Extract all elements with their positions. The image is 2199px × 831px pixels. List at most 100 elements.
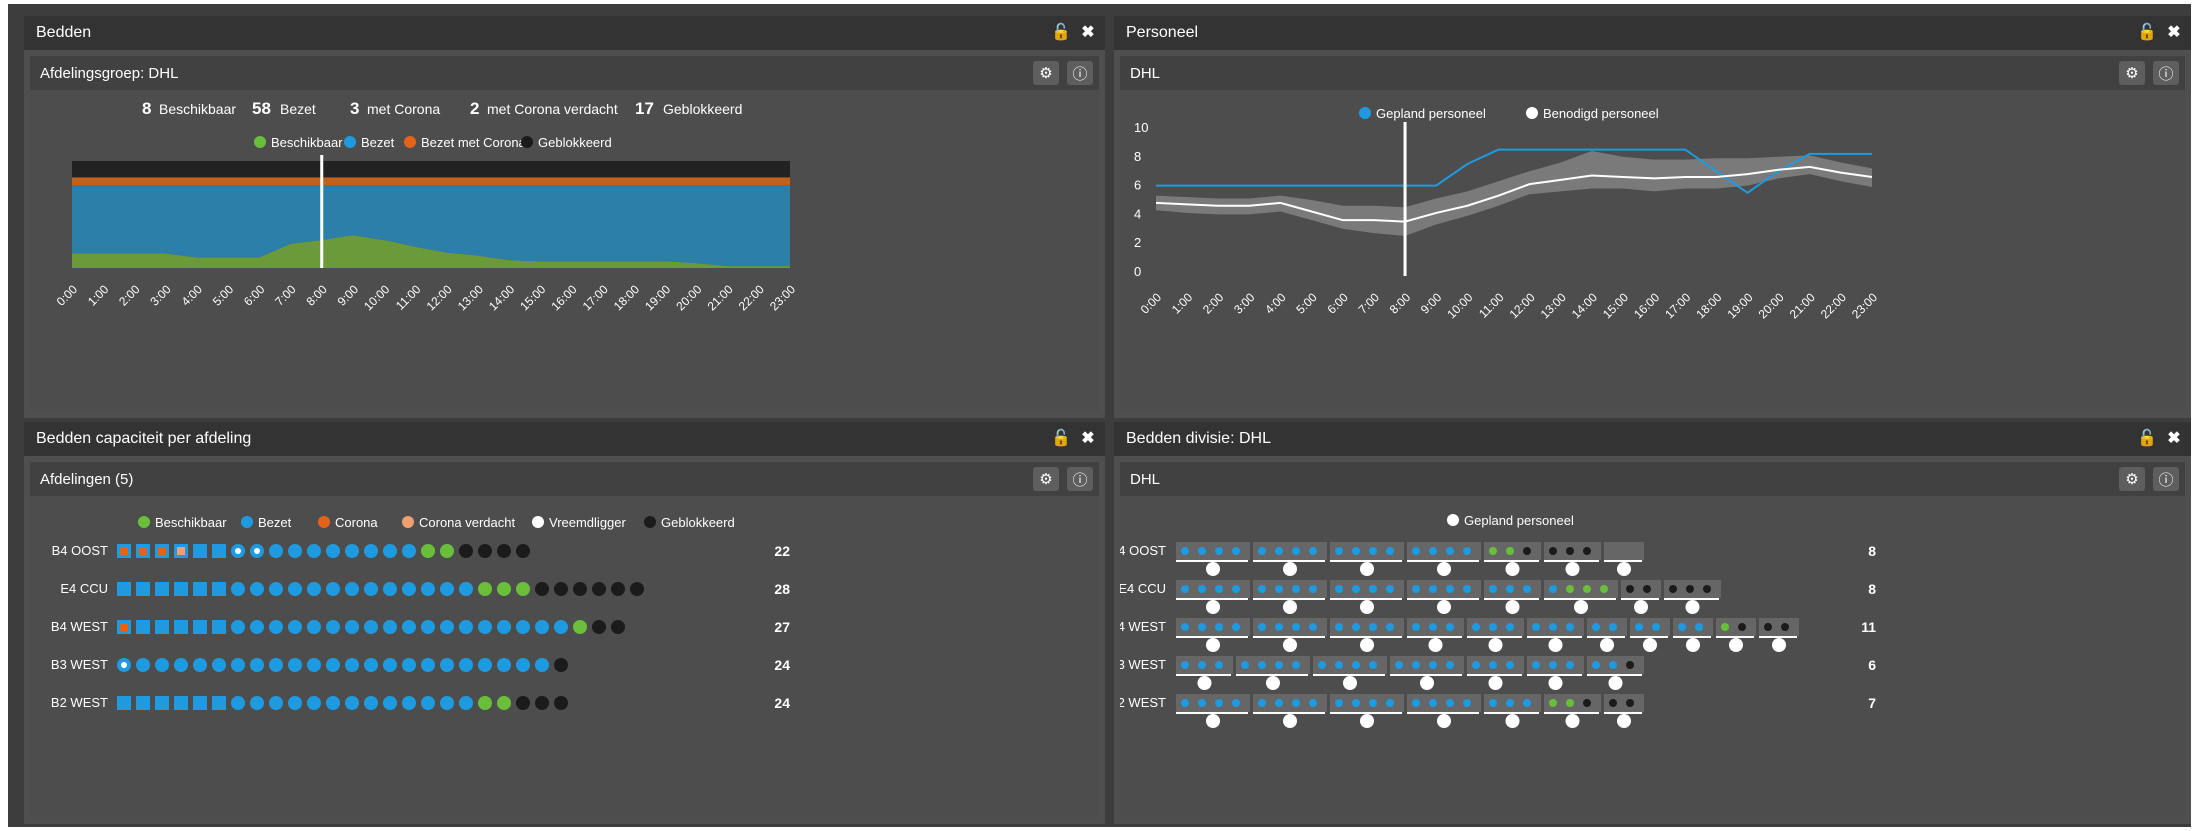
bed-circle [630,582,644,596]
x-tick-label: 4:00 [179,282,206,309]
bed-dot [1429,699,1437,707]
bed-slot [212,544,226,558]
stat-value: 58 [252,99,271,118]
y-tick-label: 0 [1134,264,1141,279]
bed-circle [288,620,302,634]
settings-icon[interactable]: ⚙ [1033,467,1059,491]
bed-slot [117,582,131,596]
staff-icon [1343,676,1357,690]
bed-dot [1335,623,1343,631]
settings-icon[interactable]: ⚙ [2119,61,2145,85]
bed-dot [1643,585,1651,593]
bed-dot [1198,585,1206,593]
bed-slot [174,696,188,710]
close-icon[interactable]: ✖ [1079,430,1097,448]
bed-dot [1764,623,1772,631]
row-label: B4 OOST [52,543,108,558]
unlock-icon[interactable]: 🔓 [2137,24,2157,42]
capacity-subheader: Afdelingen (5) ⚙ ⓘ [30,462,1099,496]
bed-circle [250,582,264,596]
stat-label: Bezet [280,101,316,117]
x-tick-label: 14:00 [486,282,517,313]
bed-dot [1506,547,1514,555]
x-tick-label: 10:00 [361,282,392,313]
bed-slot [155,582,169,596]
bed-circle [155,658,169,672]
bed-dot [1215,699,1223,707]
x-tick-label: 11:00 [393,282,424,313]
division-panel: Bedden divisie: DHL 🔓 ✖ DHL ⚙ ⓘ Gepland … [1109,422,2191,824]
x-tick-label: 23:00 [1849,290,1880,321]
bed-dot [1446,623,1454,631]
staff-icon [1548,676,1563,690]
row-label: B4 WEST [1120,619,1166,634]
info-icon[interactable]: ⓘ [2153,467,2179,491]
capacity-panel: Bedden capaciteit per afdeling 🔓 ✖ Afdel… [24,422,1105,824]
unlock-icon[interactable]: 🔓 [2137,430,2157,448]
bed-dot [1463,699,1471,707]
bed-dot [1181,623,1189,631]
bed-circle [554,620,568,634]
staff-icon [1488,676,1503,690]
bed-circle [231,582,245,596]
staff-chart: Gepland personeel Benodigd personeel 0 2 4 6 8… [1134,106,1880,321]
close-icon[interactable]: ✖ [1079,24,1097,42]
legend-label: Benodigd personeel [1543,106,1659,121]
x-tick-label: 2:00 [116,282,143,309]
bed-dot [1275,547,1283,555]
close-icon[interactable]: ✖ [2165,430,2183,448]
x-tick-label: 12:00 [424,282,455,313]
close-icon[interactable]: ✖ [2165,24,2183,42]
bed-circle [269,620,283,634]
bed-circle [478,658,492,672]
info-icon[interactable]: ⓘ [1067,467,1093,491]
bed-circle [478,582,492,596]
bed-circle [212,658,226,672]
legend-dot [1447,514,1459,526]
stat-value: 17 [635,99,654,118]
unlock-icon[interactable]: 🔓 [1051,430,1071,448]
row-label: E4 CCU [1120,581,1166,596]
info-icon[interactable]: ⓘ [2153,61,2179,85]
staff-icon [1206,714,1220,728]
bed-circle [478,544,492,558]
x-tick-label: 19:00 [1724,290,1755,321]
bed-slot [193,582,207,596]
bed-dot [1309,699,1317,707]
bed-circle [250,658,264,672]
bed-dot [1275,585,1283,593]
bed-circle [440,696,454,710]
x-tick-label: 22:00 [1818,290,1849,321]
staff-icon [1437,562,1451,576]
bed-circle [421,658,435,672]
bed-slot [212,582,226,596]
staff-panel: Personeel 🔓 ✖ DHL ⚙ ⓘ Gepland personeel B… [1114,16,2191,418]
row-total: 24 [774,657,790,673]
bed-dot [1489,623,1497,631]
area-bezet-met-corona [72,177,790,186]
staff-icon [1634,600,1648,614]
bed-circle [573,620,587,634]
bed-dot [1232,699,1240,707]
bed-dot [1592,661,1600,669]
x-tick-label: 19:00 [642,282,673,313]
unlock-icon[interactable]: 🔓 [1051,24,1071,42]
bed-dot [1429,547,1437,555]
settings-icon[interactable]: ⚙ [1033,61,1059,85]
bed-dot [1369,699,1377,707]
bed-circle [383,582,397,596]
info-icon[interactable]: ⓘ [1067,61,1093,85]
staff-icon [1505,600,1520,614]
settings-icon[interactable]: ⚙ [2119,467,2145,491]
bed-slot [155,696,169,710]
bed-dot [1549,547,1557,555]
bed-circle [516,582,530,596]
bed-dot [1369,585,1377,593]
bed-dot [1506,585,1514,593]
bed-circle [478,696,492,710]
bed-dot [1781,623,1789,631]
bed-circle [516,696,530,710]
staff-subheader: DHL ⚙ ⓘ [1120,56,2185,90]
bed-dot [1489,585,1497,593]
bed-dot [1309,547,1317,555]
